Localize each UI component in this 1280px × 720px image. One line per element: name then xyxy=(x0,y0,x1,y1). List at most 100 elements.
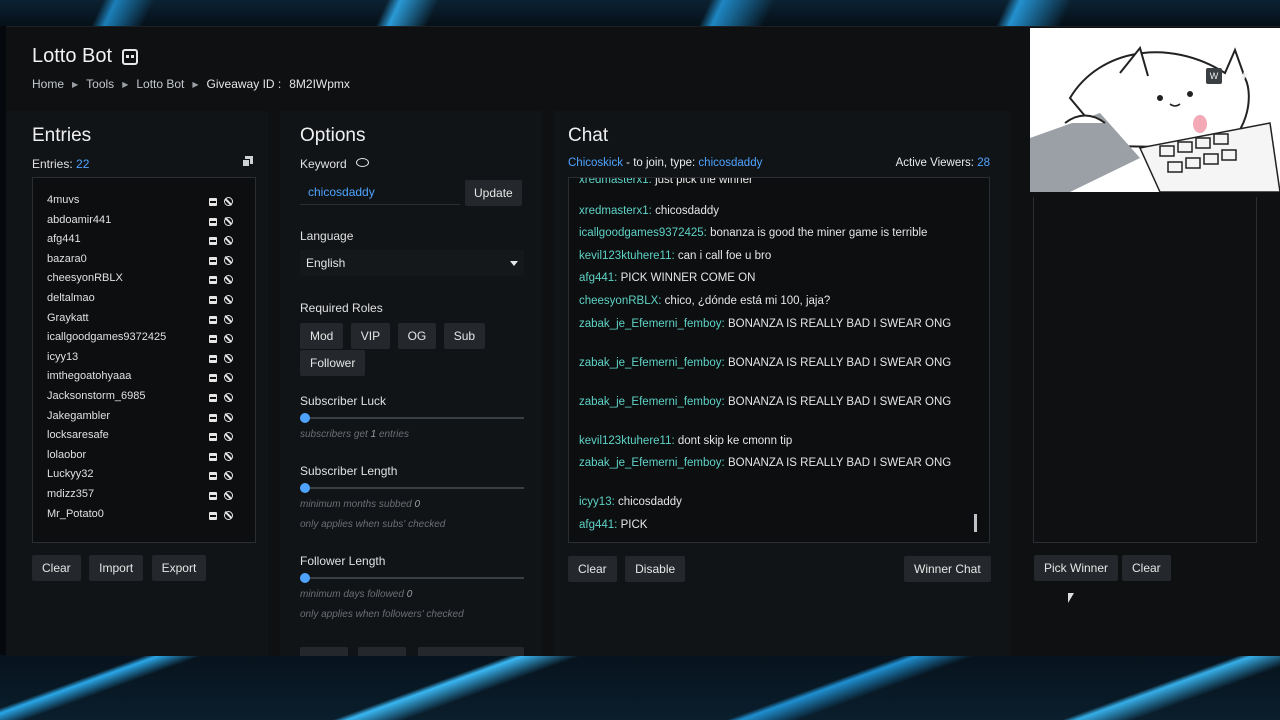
role-follower-button[interactable]: Follower xyxy=(300,350,366,376)
chat-disable-button[interactable]: Disable xyxy=(625,556,686,582)
chat-username[interactable]: zabak_je_Efemerni_femboy: xyxy=(579,357,725,369)
remove-entry-icon[interactable] xyxy=(209,472,217,481)
winner-clear-button[interactable]: Clear xyxy=(1122,555,1171,581)
chat-username[interactable]: icallgoodgames9372425: xyxy=(579,227,707,239)
chat-username[interactable]: zabak_je_Efemerni_femboy: xyxy=(579,457,725,469)
breadcrumb-home[interactable]: Home xyxy=(32,77,64,91)
role-og-button[interactable]: OG xyxy=(397,323,437,349)
entries-clear-button[interactable]: Clear xyxy=(32,555,81,581)
chat-username[interactable]: afg441: xyxy=(579,519,617,531)
chat-text: BONANZA IS REALLY BAD I SWEAR ONG xyxy=(727,317,952,330)
breadcrumb-lotto-bot[interactable]: Lotto Bot xyxy=(136,77,184,91)
remove-entry-icon[interactable] xyxy=(209,511,217,520)
entries-list[interactable]: 4muvs abdoamir441 afg441 bazara0 cheesyonRBL… xyxy=(32,177,256,543)
ban-icon[interactable] xyxy=(224,432,233,442)
chat-username[interactable]: icyy13: xyxy=(579,496,615,508)
ban-icon[interactable] xyxy=(224,275,233,285)
role-sub-button[interactable]: Sub xyxy=(443,323,486,349)
chat-message: kevil123ktuhere11: can i call foe u bro xyxy=(579,248,959,264)
ban-icon[interactable] xyxy=(224,373,233,383)
entry-name: afg441 xyxy=(47,233,81,246)
chat-username[interactable]: xredmasterx1: xyxy=(579,178,652,186)
chat-username[interactable]: zabak_je_Efemerni_femboy: xyxy=(579,396,725,408)
chat-username[interactable]: zabak_je_Efemerni_femboy: xyxy=(579,318,725,330)
copy-icon[interactable] xyxy=(242,156,254,167)
subscriber-length-slider[interactable] xyxy=(300,483,524,493)
ban-icon[interactable] xyxy=(224,314,233,324)
language-select[interactable]: English xyxy=(300,250,524,276)
bongo-cat-overlay xyxy=(1030,28,1280,193)
breadcrumb-tools[interactable]: Tools xyxy=(86,77,114,91)
options-extra-button-1[interactable] xyxy=(300,647,348,656)
remove-entry-icon[interactable] xyxy=(209,256,217,265)
chevron-right-icon: ▶ xyxy=(192,79,199,89)
pick-winner-button[interactable]: Pick Winner xyxy=(1034,555,1119,581)
remove-entry-icon[interactable] xyxy=(209,335,217,344)
chat-heading: Chat xyxy=(568,125,609,146)
ban-icon[interactable] xyxy=(224,471,233,481)
overlay-w-button[interactable]: W xyxy=(1206,68,1222,84)
remove-entry-icon[interactable] xyxy=(209,296,217,304)
follower-length-hint: minimum days followed 0 xyxy=(300,589,412,600)
subscriber-luck-slider[interactable] xyxy=(300,413,524,423)
winner-chat-button[interactable]: Winner Chat xyxy=(904,556,991,582)
subscriber-length-knob[interactable] xyxy=(300,483,310,493)
chat-username[interactable]: xredmasterx1: xyxy=(579,205,652,217)
follower-length-knob[interactable] xyxy=(300,573,310,583)
entries-export-button[interactable]: Export xyxy=(151,555,207,581)
chat-text: PICK WINNER COME ON xyxy=(620,272,756,285)
keyword-input[interactable]: chicosdaddy xyxy=(300,183,460,205)
ban-icon[interactable] xyxy=(224,255,233,265)
ban-icon[interactable] xyxy=(224,197,233,206)
ban-icon[interactable] xyxy=(224,393,233,402)
entry-row: lolaobor xyxy=(47,449,243,467)
entry-row: Luckyy32 xyxy=(47,468,243,486)
remove-entry-icon[interactable] xyxy=(209,394,217,402)
remove-entry-icon[interactable] xyxy=(209,374,217,383)
ban-icon[interactable] xyxy=(224,236,233,246)
ban-icon[interactable] xyxy=(224,295,233,304)
subscriber-luck-knob[interactable] xyxy=(300,413,310,423)
options-more-buttons-clipped xyxy=(300,647,524,656)
entry-row: bazara0 xyxy=(47,253,243,271)
remove-entry-icon[interactable] xyxy=(209,198,217,206)
remove-entry-icon[interactable] xyxy=(209,276,217,285)
chat-username[interactable]: afg441: xyxy=(579,272,617,284)
remove-entry-icon[interactable] xyxy=(209,452,217,461)
page-title-text: Lotto Bot xyxy=(32,45,113,67)
options-extra-button-3[interactable] xyxy=(418,647,524,656)
ban-icon[interactable] xyxy=(224,412,233,422)
ban-icon[interactable] xyxy=(224,216,233,226)
chat-clear-button[interactable]: Clear xyxy=(568,556,617,582)
chat-channel-link[interactable]: Chicoskick xyxy=(568,157,623,169)
ban-icon[interactable] xyxy=(224,334,233,344)
remove-entry-icon[interactable] xyxy=(209,217,217,226)
options-extra-button-2[interactable] xyxy=(358,647,406,656)
eye-icon[interactable] xyxy=(356,158,370,167)
chat-username[interactable]: cheesyonRBLX: xyxy=(579,295,661,307)
settings-icon[interactable]: ✱ xyxy=(1236,68,1252,84)
chat-scrollbar-thumb[interactable] xyxy=(974,514,977,532)
ban-icon[interactable] xyxy=(224,353,233,363)
entries-import-button[interactable]: Import xyxy=(89,555,144,581)
role-vip-button[interactable]: VIP xyxy=(350,323,391,349)
ban-icon[interactable] xyxy=(224,451,233,461)
remove-entry-icon[interactable] xyxy=(209,354,217,363)
update-button[interactable]: Update xyxy=(465,180,522,206)
chat-username[interactable]: kevil123ktuhere11: xyxy=(579,250,675,262)
remove-entry-icon[interactable] xyxy=(209,433,217,442)
chat-log[interactable]: xredmasterx1: just pick the winner xredma… xyxy=(568,177,990,543)
role-mod-button[interactable]: Mod xyxy=(300,323,344,349)
remove-entry-icon[interactable] xyxy=(209,413,217,422)
remove-entry-icon[interactable] xyxy=(209,315,217,324)
page-title: Lotto Bot xyxy=(32,45,139,68)
chat-message: zabak_je_Efemerni_femboy: BONANZA IS REA… xyxy=(579,355,959,371)
ban-icon[interactable] xyxy=(224,491,233,500)
chat-message: zabak_je_Efemerni_femboy: BONANZA IS REA… xyxy=(579,455,959,471)
remove-entry-icon[interactable] xyxy=(209,237,217,246)
ban-icon[interactable] xyxy=(224,510,233,520)
remove-entry-icon[interactable] xyxy=(209,492,217,500)
follower-length-slider[interactable] xyxy=(300,573,524,583)
language-select-value: English xyxy=(306,256,346,270)
chat-username[interactable]: kevil123ktuhere11: xyxy=(579,435,675,447)
